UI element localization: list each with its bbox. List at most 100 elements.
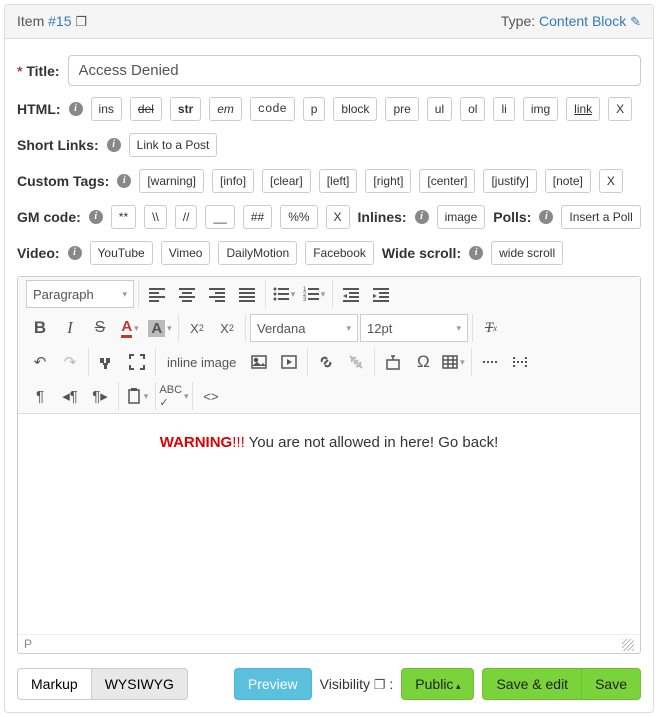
tag-left[interactable]: [left] <box>319 169 358 193</box>
tag-ol[interactable]: ol <box>460 97 485 121</box>
align-justify-icon[interactable] <box>233 280 261 308</box>
text-color-icon[interactable]: A <box>116 314 144 342</box>
tag-img[interactable]: img <box>523 97 558 121</box>
tag-[interactable]: __ <box>205 205 234 229</box>
bold-icon[interactable]: B <box>26 314 54 342</box>
tag-ul[interactable]: ul <box>427 97 452 121</box>
tag-[interactable]: ## <box>243 205 272 229</box>
subscript-icon[interactable]: X2 <box>183 314 211 342</box>
tag-center[interactable]: [center] <box>419 169 475 193</box>
tag-del[interactable]: del <box>130 97 162 121</box>
indent-icon[interactable] <box>367 280 395 308</box>
spellcheck-icon[interactable]: ABC✓ <box>160 382 188 410</box>
info-icon[interactable]: i <box>68 246 82 260</box>
tag-right[interactable]: [right] <box>365 169 411 193</box>
info-icon[interactable]: i <box>469 246 483 260</box>
tag-justify[interactable]: [justify] <box>483 169 536 193</box>
format-select[interactable]: Paragraph▾ <box>26 280 134 308</box>
tag-p[interactable]: p <box>303 97 326 121</box>
hr-icon[interactable] <box>476 348 504 376</box>
unlink-icon[interactable] <box>342 348 370 376</box>
redo-icon[interactable]: ↷ <box>56 348 84 376</box>
tag-x[interactable]: X <box>608 97 632 121</box>
tag-youtube[interactable]: YouTube <box>90 241 153 265</box>
image-icon[interactable] <box>245 348 273 376</box>
item-number-link[interactable]: #15 <box>48 13 71 29</box>
tag-clear[interactable]: [clear] <box>262 169 311 193</box>
tag-facebook[interactable]: Facebook <box>305 241 374 265</box>
svg-text:3: 3 <box>303 297 307 302</box>
fullscreen-icon[interactable] <box>123 348 151 376</box>
pagebreak-icon[interactable] <box>506 348 534 376</box>
tag-insertapoll[interactable]: Insert a Poll <box>561 205 640 229</box>
tag-li[interactable]: li <box>493 97 514 121</box>
tag-vimeo[interactable]: Vimeo <box>161 241 211 265</box>
outdent-icon[interactable] <box>337 280 365 308</box>
panel-header: Item #15 Type: Content Block <box>5 5 653 39</box>
link-icon[interactable] <box>312 348 340 376</box>
info-icon[interactable]: i <box>539 210 553 224</box>
anchor-icon[interactable] <box>379 348 407 376</box>
item-label: Item <box>17 13 44 29</box>
tag-linktoapost[interactable]: Link to a Post <box>129 133 218 157</box>
paste-icon[interactable] <box>123 382 151 410</box>
tag-x[interactable]: X <box>326 205 350 229</box>
tag-info[interactable]: [info] <box>212 169 254 193</box>
preview-button[interactable]: Preview <box>234 668 312 700</box>
tag-warning[interactable]: [warning] <box>139 169 204 193</box>
tag-[interactable]: %% <box>280 205 317 229</box>
tag-link[interactable]: link <box>566 97 600 121</box>
align-left-icon[interactable] <box>143 280 171 308</box>
clear-format-icon[interactable]: Tx <box>477 314 505 342</box>
tag-dailymotion[interactable]: DailyMotion <box>218 241 297 265</box>
title-input[interactable] <box>68 55 641 86</box>
numbered-list-icon[interactable]: 123 <box>300 280 328 308</box>
info-icon[interactable]: i <box>117 174 131 188</box>
info-icon[interactable]: i <box>89 210 103 224</box>
bg-color-icon[interactable]: A <box>146 314 174 342</box>
tag-em[interactable]: em <box>209 97 242 121</box>
font-select[interactable]: Verdana▾ <box>250 314 358 342</box>
info-icon[interactable]: i <box>69 102 83 116</box>
tag-[interactable]: // <box>175 205 198 229</box>
editor-content[interactable]: WARNING!!! You are not allowed in here! … <box>18 414 640 634</box>
info-icon[interactable]: i <box>107 138 121 152</box>
wysiwyg-tab[interactable]: WYSIWYG <box>91 668 188 700</box>
undo-icon[interactable]: ↶ <box>26 348 54 376</box>
save-edit-button[interactable]: Save & edit <box>482 668 582 700</box>
align-right-icon[interactable] <box>203 280 231 308</box>
media-icon[interactable] <box>275 348 303 376</box>
tag-pre[interactable]: pre <box>385 97 418 121</box>
table-icon[interactable] <box>439 348 467 376</box>
markup-tab[interactable]: Markup <box>17 668 92 700</box>
resize-grip-icon[interactable] <box>622 639 634 651</box>
find-icon[interactable] <box>93 348 121 376</box>
superscript-icon[interactable]: X2 <box>213 314 241 342</box>
editor-path[interactable]: P <box>24 637 32 651</box>
tag-image[interactable]: image <box>437 205 486 229</box>
specialchar-icon[interactable]: Ω <box>409 348 437 376</box>
pilcrow-icon[interactable]: ¶ <box>26 382 54 410</box>
save-button[interactable]: Save <box>581 668 641 700</box>
tag-block[interactable]: block <box>333 97 377 121</box>
tag-x[interactable]: X <box>599 169 623 193</box>
tag-str[interactable]: str <box>170 97 201 121</box>
tag-widescroll[interactable]: wide scroll <box>491 241 563 265</box>
tag-ins[interactable]: ins <box>91 97 122 121</box>
inline-image-button[interactable]: inline image <box>160 348 243 376</box>
strike-icon[interactable]: S <box>86 314 114 342</box>
tag-code[interactable]: code <box>250 97 295 121</box>
ltr-icon[interactable]: ¶▸ <box>86 382 114 410</box>
italic-icon[interactable]: I <box>56 314 84 342</box>
visibility-button[interactable]: Public <box>401 668 474 700</box>
tag-note[interactable]: [note] <box>545 169 591 193</box>
tag-[interactable]: \\ <box>144 205 167 229</box>
source-icon[interactable]: <> <box>197 382 225 410</box>
size-select[interactable]: 12pt▾ <box>360 314 468 342</box>
tag-[interactable]: ** <box>111 205 136 229</box>
type-link[interactable]: Content Block <box>539 13 641 29</box>
bullet-list-icon[interactable] <box>270 280 298 308</box>
info-icon[interactable]: i <box>415 210 429 224</box>
rtl-icon[interactable]: ◂¶ <box>56 382 84 410</box>
align-center-icon[interactable] <box>173 280 201 308</box>
